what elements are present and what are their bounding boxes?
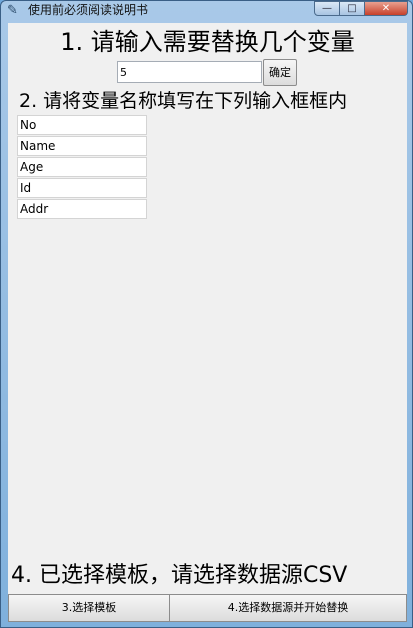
variable-name-field-4[interactable] xyxy=(17,178,147,198)
status-text: 4. 已选择模板，请选择数据源CSV xyxy=(11,563,348,588)
window-controls: — □ ✕ xyxy=(314,1,408,16)
action-bar: 3.选择模板 4.选择数据源并开始替换 xyxy=(8,594,407,622)
select-template-button[interactable]: 3.选择模板 xyxy=(8,594,170,622)
select-source-button[interactable]: 4.选择数据源并开始替换 xyxy=(170,594,407,622)
maximize-button[interactable]: □ xyxy=(340,1,365,16)
close-button[interactable]: ✕ xyxy=(365,1,408,16)
feather-icon: ✎ xyxy=(7,3,18,18)
minimize-button[interactable]: — xyxy=(314,1,340,16)
variable-name-field-5[interactable] xyxy=(17,199,147,219)
variable-name-field-1[interactable] xyxy=(17,115,147,135)
variable-name-field-3[interactable] xyxy=(17,157,147,177)
window-title: 使用前必须阅读说明书 xyxy=(28,3,149,17)
confirm-button[interactable]: 确定 xyxy=(263,59,297,86)
variable-names-heading: 2. 请将变量名称填写在下列输入框框内 xyxy=(19,90,348,112)
title-bar[interactable]: ✎ 使用前必须阅读说明书 — □ ✕ xyxy=(1,1,412,23)
variable-name-field-2[interactable] xyxy=(17,136,147,156)
variable-count-heading: 1. 请输入需要替换几个变量 xyxy=(60,28,355,56)
variable-name-list xyxy=(17,115,147,220)
app-window: ✎ 使用前必须阅读说明书 — □ ✕ 1. 请输入需要替换几个变量 确定 2. … xyxy=(0,0,413,628)
client-area: 1. 请输入需要替换几个变量 确定 2. 请将变量名称填写在下列输入框框内 4.… xyxy=(8,23,407,622)
variable-count-input[interactable] xyxy=(117,61,262,83)
